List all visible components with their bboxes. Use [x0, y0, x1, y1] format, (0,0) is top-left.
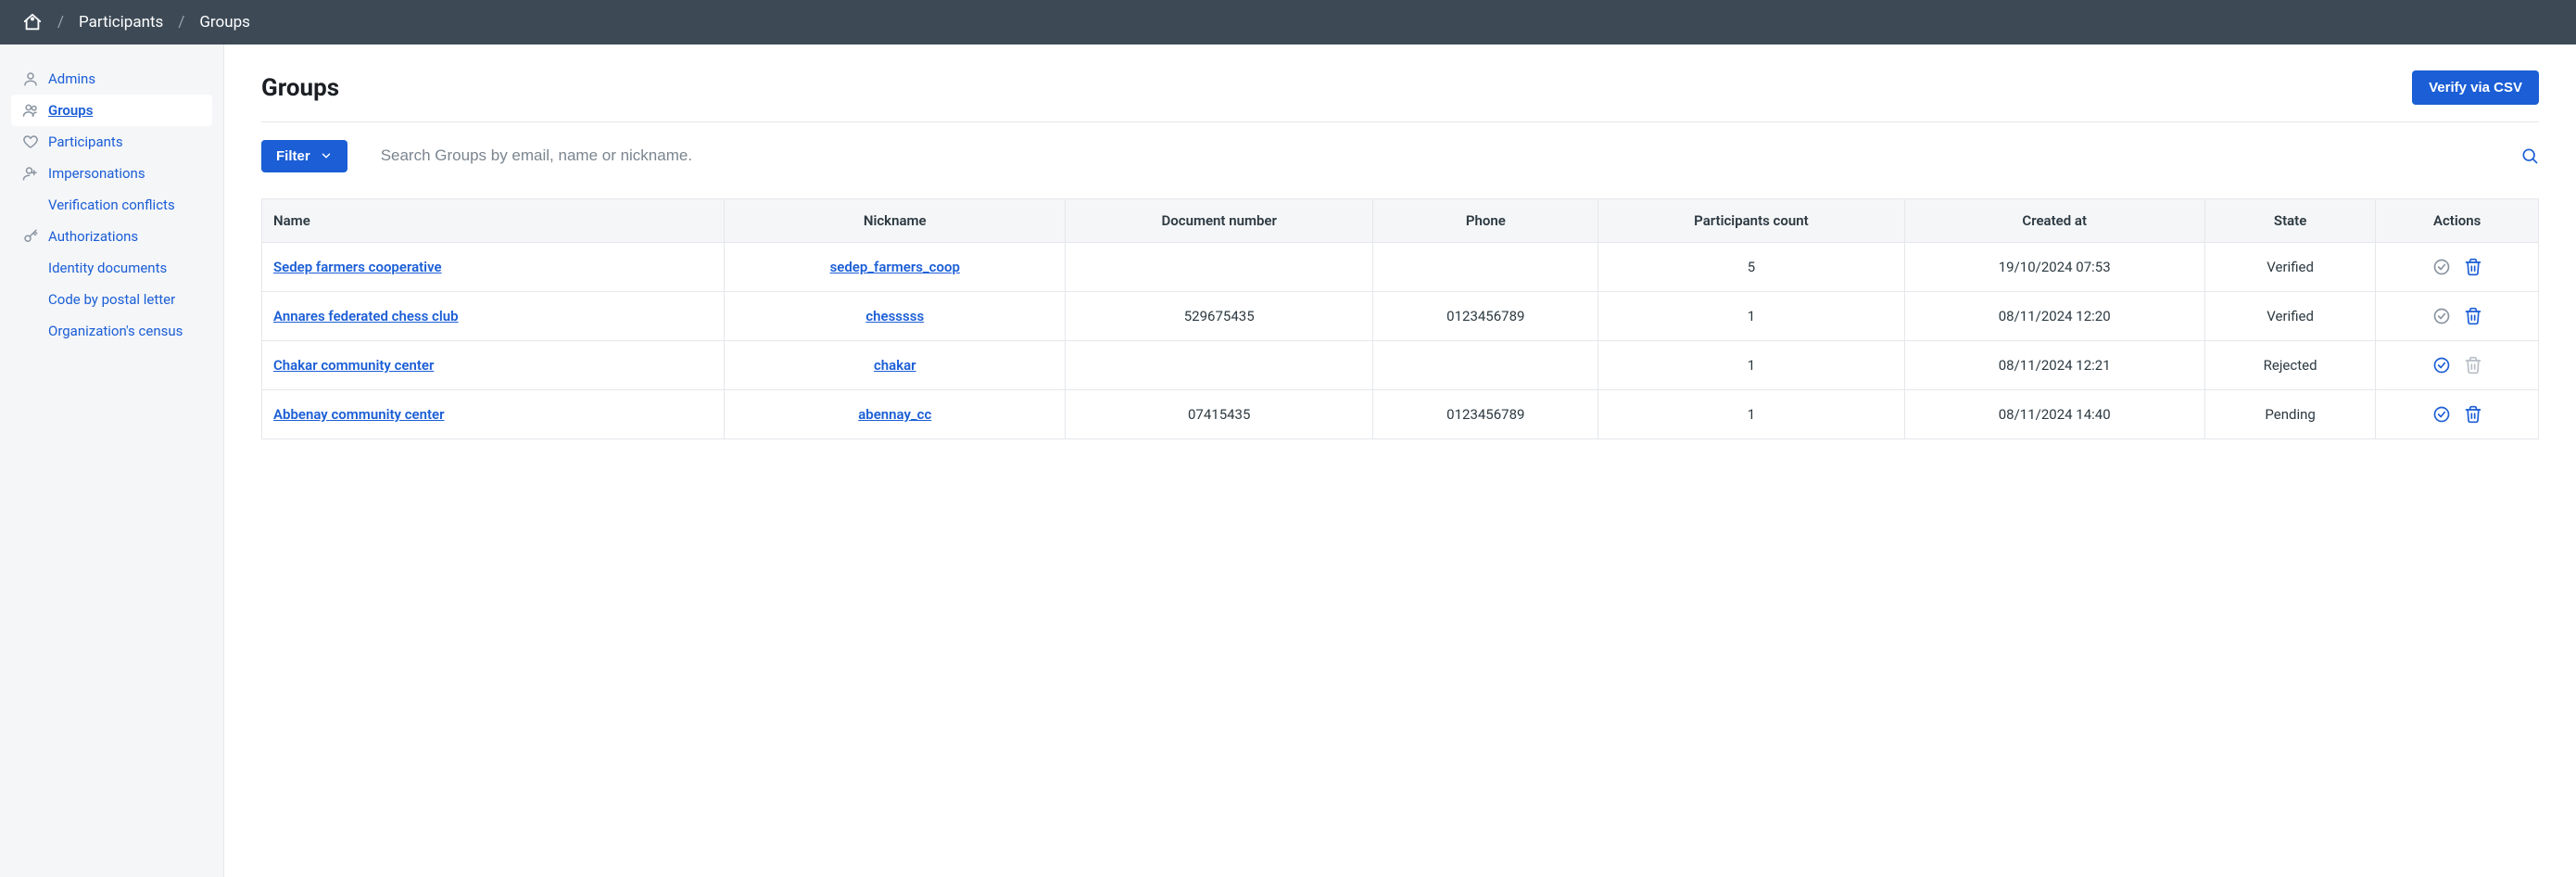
table-row: Sedep farmers cooperative sedep_farmers_… [262, 243, 2539, 292]
cell-participants: 1 [1598, 390, 1904, 439]
cell-state: Verified [2204, 243, 2375, 292]
sidebar-item-identity-documents[interactable]: Identity documents [11, 252, 212, 284]
delete-icon[interactable] [2464, 258, 2482, 276]
page-title: Groups [261, 74, 339, 102]
cell-document: 07415435 [1066, 390, 1373, 439]
delete-icon[interactable] [2464, 307, 2482, 325]
sidebar-item-label: Participants [48, 133, 123, 150]
sidebar-item-participants[interactable]: Participants [11, 126, 212, 158]
breadcrumb-groups[interactable]: Groups [199, 13, 250, 32]
filter-button-label: Filter [276, 148, 310, 164]
col-name: Name [262, 199, 725, 243]
cell-state: Pending [2204, 390, 2375, 439]
search-icon[interactable] [2520, 146, 2539, 165]
cell-phone [1373, 341, 1598, 390]
group-nickname-link[interactable]: sedep_farmers_coop [830, 259, 960, 275]
heart-icon [22, 133, 39, 150]
cell-document [1066, 341, 1373, 390]
verify-icon[interactable] [2432, 356, 2451, 375]
cell-phone: 0123456789 [1373, 390, 1598, 439]
cell-participants: 1 [1598, 292, 1904, 341]
home-icon[interactable] [22, 12, 43, 32]
sidebar-item-label: Admins [48, 70, 95, 87]
filter-button[interactable]: Filter [261, 140, 347, 172]
table-row: Abbenay community center abennay_cc 0741… [262, 390, 2539, 439]
breadcrumb-separator: / [57, 13, 64, 32]
col-phone: Phone [1373, 199, 1598, 243]
sidebar-item-groups[interactable]: Groups [11, 95, 212, 126]
verify-icon[interactable] [2432, 405, 2451, 424]
topbar: / Participants / Groups [0, 0, 2576, 44]
cell-phone: 0123456789 [1373, 292, 1598, 341]
key-icon [22, 228, 39, 245]
group-name-link[interactable]: Abbenay community center [273, 406, 444, 423]
chevron-down-icon [320, 149, 333, 162]
search-input[interactable] [381, 139, 2520, 172]
verify-icon [2432, 307, 2451, 325]
actions-cell [2387, 405, 2527, 424]
table-row: Chakar community center chakar 1 08/11/2… [262, 341, 2539, 390]
user-icon [22, 70, 39, 87]
group-name-link[interactable]: Annares federated chess club [273, 308, 459, 324]
sidebar-item-label: Groups [48, 102, 93, 119]
sidebar-item-authorizations[interactable]: Authorizations [11, 221, 212, 252]
breadcrumb-separator: / [178, 13, 184, 32]
group-nickname-link[interactable]: chakar [874, 357, 916, 374]
col-participants: Participants count [1598, 199, 1904, 243]
cell-document: 529675435 [1066, 292, 1373, 341]
col-document: Document number [1066, 199, 1373, 243]
actions-cell [2387, 307, 2527, 325]
verify-csv-button[interactable]: Verify via CSV [2412, 70, 2539, 105]
user-plus-icon [22, 165, 39, 182]
sidebar-item-code-postal[interactable]: Code by postal letter [11, 284, 212, 315]
cell-created: 08/11/2024 14:40 [1904, 390, 2204, 439]
cell-document [1066, 243, 1373, 292]
users-icon [22, 102, 39, 119]
sidebar-item-label: Authorizations [48, 228, 138, 245]
cell-created: 19/10/2024 07:53 [1904, 243, 2204, 292]
group-name-link[interactable]: Sedep farmers cooperative [273, 259, 442, 275]
breadcrumb: / Participants / Groups [22, 12, 250, 32]
delete-icon [2464, 356, 2482, 375]
cell-state: Verified [2204, 292, 2375, 341]
actions-cell [2387, 356, 2527, 375]
sidebar-item-admins[interactable]: Admins [11, 63, 212, 95]
delete-icon[interactable] [2464, 405, 2482, 424]
sidebar-item-verification-conflicts[interactable]: Verification conflicts [11, 189, 212, 221]
filter-row: Filter [261, 139, 2539, 172]
sidebar-item-org-census[interactable]: Organization's census [11, 315, 212, 347]
group-name-link[interactable]: Chakar community center [273, 357, 434, 374]
cell-participants: 5 [1598, 243, 1904, 292]
cell-created: 08/11/2024 12:20 [1904, 292, 2204, 341]
cell-participants: 1 [1598, 341, 1904, 390]
table-row: Annares federated chess club chesssss 52… [262, 292, 2539, 341]
page-header: Groups Verify via CSV [261, 70, 2539, 122]
sidebar-item-label: Impersonations [48, 165, 145, 182]
actions-cell [2387, 258, 2527, 276]
cell-created: 08/11/2024 12:21 [1904, 341, 2204, 390]
cell-phone [1373, 243, 1598, 292]
breadcrumb-participants[interactable]: Participants [79, 13, 163, 32]
col-created: Created at [1904, 199, 2204, 243]
group-nickname-link[interactable]: chesssss [865, 308, 924, 324]
sidebar-item-impersonations[interactable]: Impersonations [11, 158, 212, 189]
main-content: Groups Verify via CSV Filter Name [224, 44, 2576, 877]
groups-table: Name Nickname Document number Phone Part… [261, 198, 2539, 439]
group-nickname-link[interactable]: abennay_cc [858, 406, 931, 423]
search-wrap [381, 139, 2539, 172]
sidebar: Admins Groups Participants Impersonation… [0, 44, 224, 877]
verify-icon [2432, 258, 2451, 276]
col-nickname: Nickname [725, 199, 1066, 243]
col-state: State [2204, 199, 2375, 243]
col-actions: Actions [2376, 199, 2539, 243]
cell-state: Rejected [2204, 341, 2375, 390]
